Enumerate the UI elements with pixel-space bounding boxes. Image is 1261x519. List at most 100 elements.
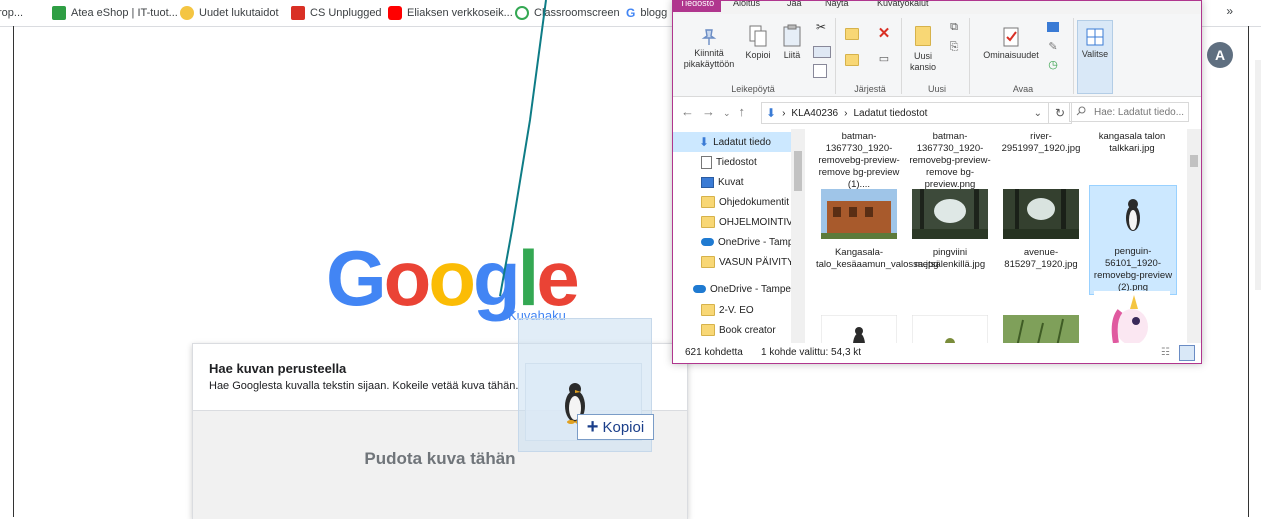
nav-item-folder[interactable]: Ohjedokumentit (673, 192, 805, 212)
copy-button[interactable]: Kopioi (741, 24, 775, 61)
folder-icon (701, 256, 715, 268)
nav-item-folder[interactable]: VASUN PÄIVITYS (673, 252, 805, 272)
file-item[interactable]: avenue-815297_1920.jpg (998, 187, 1084, 271)
ribbon-separator (835, 18, 836, 94)
history-button[interactable]: ◷ (1043, 60, 1063, 71)
nav-item-onedrive[interactable]: OneDrive - Tamp (673, 232, 805, 252)
easy-access-icon: ⎘ (949, 41, 959, 53)
file-item[interactable]: batman-1367730_1920-removebg-preview-rem… (816, 131, 902, 191)
ribbon: Kiinnitä pikakäyttöön Kopioi Liitä ✂ Lei… (673, 14, 1201, 97)
new-item-icon: ⧉ (950, 21, 958, 33)
bookmark-label: Eliaksen verkkoseik... (407, 7, 513, 19)
file-item[interactable] (998, 313, 1084, 343)
open-button[interactable] (1043, 22, 1063, 35)
pictures-icon (701, 176, 714, 188)
onedrive-icon (701, 238, 714, 246)
bookmark-item[interactable]: G blogg (626, 4, 667, 22)
up-icon[interactable]: ↑ (739, 104, 754, 119)
file-item-selected[interactable]: penguin-56101_1920-removebg-preview (2).… (1089, 185, 1177, 295)
nav-item-folder[interactable]: OHJELMOINTIVÄ (673, 212, 805, 232)
path-dropdown-icon[interactable]: ⌄ (1034, 108, 1048, 119)
file-item[interactable]: Kangasala-talo_kesäaamun_valossa.jpg (816, 187, 939, 271)
file-item[interactable] (907, 313, 993, 343)
panel-subtitle: Hae Googlesta kuvalla tekstin sijaan. Ko… (209, 380, 519, 392)
copy-to-button[interactable] (841, 54, 863, 69)
file-name: penguin-56101_1920-removebg-preview (2).… (1093, 246, 1173, 293)
nav-item-pictures[interactable]: Kuvat 📌 (673, 172, 805, 192)
ribbon-separator (901, 18, 902, 94)
nav-item-folder[interactable]: 2-V. EO (673, 300, 805, 320)
bookmark-label: rop... (0, 7, 24, 19)
select-label: Valitse (1081, 49, 1109, 59)
tab-home[interactable]: Aloitus (733, 1, 760, 8)
bookmark-item[interactable]: Uudet lukutaidot (180, 4, 279, 22)
bookmark-item[interactable]: Atea eShop | IT-tuot... (52, 4, 178, 22)
copy-path-button[interactable] (813, 46, 831, 58)
bookmark-item[interactable]: Eliaksen verkkoseik... (388, 4, 513, 22)
recent-icon[interactable]: ⌄ (723, 108, 739, 118)
path-segment[interactable]: KLA40236 (791, 108, 838, 119)
paste-button[interactable]: Liitä (777, 24, 807, 61)
nav-item-documents[interactable]: Tiedostot 📌 (673, 152, 805, 172)
file-item[interactable]: river-2951997_1920.jpg (998, 131, 1084, 155)
new-folder-icon (915, 26, 931, 46)
file-item[interactable] (816, 313, 902, 343)
cut-button[interactable]: ✂ (811, 21, 831, 33)
nav-item-folder[interactable]: Book creator (673, 320, 805, 340)
details-view-icon[interactable]: ☷ (1161, 347, 1170, 358)
address-path[interactable]: ⬇ › KLA40236 › Ladatut tiedostot ⌄ (761, 102, 1049, 124)
nav-label: OneDrive - Tamp (718, 236, 794, 248)
move-to-button[interactable] (841, 28, 863, 43)
bookmark-item[interactable]: CS Unplugged (291, 4, 382, 22)
file-item[interactable] (1089, 289, 1175, 343)
edit-button[interactable]: ✎ (1043, 42, 1063, 53)
path-segment[interactable]: Ladatut tiedostot (853, 108, 927, 119)
nav-item-downloads[interactable]: ⬇ Ladatut tiedo 📌 (673, 132, 805, 152)
new-folder-button[interactable]: Uusi kansio (905, 26, 941, 73)
refresh-icon: ↻ (1054, 106, 1066, 120)
forward-icon[interactable]: → (702, 104, 723, 119)
properties-button[interactable]: Ominaisuudet (973, 26, 1049, 61)
file-item[interactable]: batman-1367730_1920-removebg-preview-rem… (907, 131, 993, 191)
file-item[interactable]: pingviini metsälenkillä.jpg (907, 187, 993, 271)
bookmark-item[interactable]: rop... (0, 4, 23, 22)
properties-label: Ominaisuudet (983, 50, 1039, 60)
bookmarks-more-button[interactable]: » (1226, 4, 1233, 18)
paste-shortcut-button[interactable] (813, 64, 827, 78)
explorer-search-input[interactable]: Hae: Ladatut tiedo... (1069, 102, 1189, 122)
bookmark-icon (180, 6, 194, 20)
nav-buttons: ←→⌄↑ (681, 104, 753, 119)
nav-item-onedrive[interactable]: OneDrive - Tampe (673, 279, 805, 299)
new-item-button[interactable]: ⧉ (943, 22, 965, 33)
avatar[interactable]: A (1207, 42, 1233, 68)
bookmark-item[interactable]: Classroomscreen (515, 4, 620, 22)
pin-quick-access-button[interactable]: Kiinnitä pikakäyttöön (677, 28, 741, 70)
nav-scroll-thumb[interactable] (794, 151, 802, 191)
easy-access-button[interactable]: ⎘ (943, 42, 965, 53)
side-shade (1255, 60, 1261, 290)
nav-label: 2-V. EO (719, 304, 754, 316)
tab-view[interactable]: Näytä (825, 1, 849, 8)
new-folder-label: Uusi kansio (909, 51, 936, 72)
large-icons-view-icon[interactable] (1179, 345, 1195, 361)
logo-letter: G (326, 234, 387, 322)
forest-thumbnail (1003, 189, 1079, 239)
folder-icon (701, 324, 715, 336)
file-item[interactable]: kangasala talon talkkari.jpg (1089, 131, 1175, 155)
select-button[interactable]: Valitse (1077, 20, 1113, 94)
rename-button[interactable]: ▭ (873, 54, 895, 65)
file-name: pingviini metsälenkillä.jpg (914, 247, 986, 270)
nav-scrollbar[interactable] (791, 129, 805, 343)
open-group-label: Avaa (1012, 84, 1034, 94)
nav-label: VASUN PÄIVITYS (719, 256, 801, 268)
copy-label: Kopioi (745, 50, 771, 60)
delete-button[interactable]: ✕ (873, 26, 895, 41)
files-scrollbar[interactable] (1187, 129, 1201, 343)
tab-file[interactable]: Tiedosto (673, 1, 721, 12)
page-border (13, 26, 14, 517)
tab-share[interactable]: Jaa (787, 1, 802, 8)
tab-picture-tools[interactable]: Kuvatyökalut (877, 1, 929, 8)
files-scroll-thumb[interactable] (1190, 155, 1198, 167)
back-icon[interactable]: ← (681, 104, 702, 119)
history-icon: ◷ (1048, 59, 1058, 71)
